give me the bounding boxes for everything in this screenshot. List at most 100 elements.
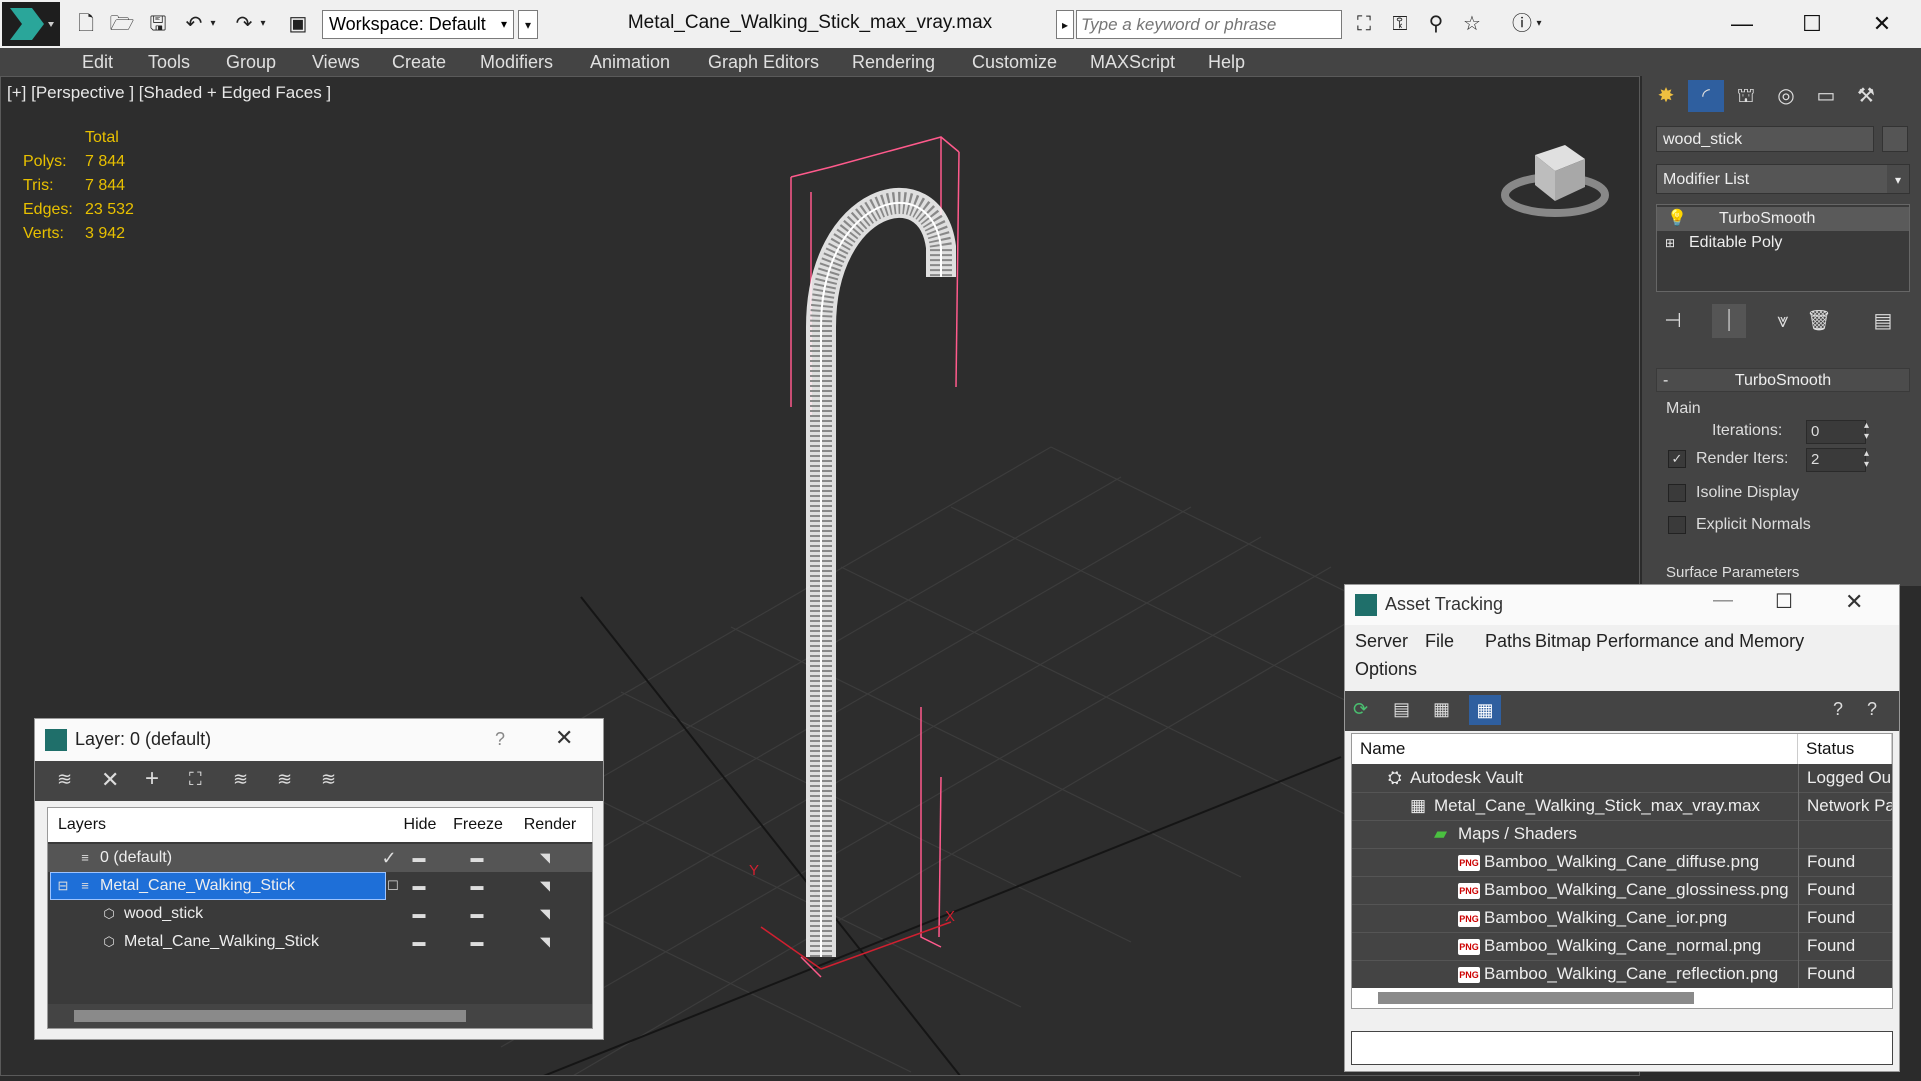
close-icon[interactable]: ✕ xyxy=(555,725,573,751)
freeze-toggle-icon[interactable]: ▬ xyxy=(466,848,488,868)
maximize-icon[interactable]: ☐ xyxy=(1775,589,1793,614)
menu-modifiers[interactable]: Modifiers xyxy=(480,48,553,76)
help-button[interactable]: ? xyxy=(495,729,505,750)
layer-row[interactable]: ≡ 0 (default) ✓ ▬ ▬ ◥ xyxy=(48,844,592,872)
render-toggle-icon[interactable]: ◥ xyxy=(534,932,556,952)
menu-options[interactable]: Options xyxy=(1355,659,1417,680)
maximize-icon[interactable]: ☐ xyxy=(1782,6,1842,42)
workspace-select[interactable]: Workspace: Default ▾ xyxy=(322,10,514,39)
layer-window-titlebar[interactable]: Layer: 0 (default) ? ✕ xyxy=(35,719,603,761)
iterations-spinner[interactable]: 0 xyxy=(1806,420,1866,444)
explicit-normals-checkbox[interactable] xyxy=(1668,516,1686,534)
select-objects-icon[interactable]: ⛶ xyxy=(189,769,202,790)
asset-row[interactable]: PNG Bamboo_Walking_Cane_glossiness.png Fo… xyxy=(1352,876,1892,905)
active-box-icon[interactable]: ☐ xyxy=(382,876,404,896)
workspace-menu-icon[interactable]: ▾ xyxy=(518,10,538,39)
horizontal-scrollbar[interactable] xyxy=(48,1004,592,1028)
search-expand-icon[interactable]: ▸ xyxy=(1056,10,1074,39)
freeze-layers-icon[interactable]: ≋ xyxy=(321,769,336,790)
menu-edit[interactable]: Edit xyxy=(82,48,113,76)
favorites-star-icon[interactable]: ☆ xyxy=(1458,10,1486,38)
new-layer-icon[interactable]: ≋ xyxy=(57,769,72,790)
help-dropdown-icon[interactable]: ▾ xyxy=(1532,10,1546,38)
horizontal-scrollbar[interactable] xyxy=(1352,988,1892,1008)
menu-file[interactable]: File xyxy=(1425,631,1454,652)
column-layers[interactable]: Layers xyxy=(48,808,393,842)
viewport-label[interactable]: [+] [Perspective ] [Shaded + Edged Faces… xyxy=(7,83,331,103)
menu-customize[interactable]: Customize xyxy=(972,48,1057,76)
menu-create[interactable]: Create xyxy=(392,48,446,76)
key-icon[interactable]: ⚿ xyxy=(1386,10,1414,38)
menu-views[interactable]: Views xyxy=(312,48,360,76)
app-logo-icon[interactable] xyxy=(2,2,60,46)
rollout-turbosmooth[interactable]: - TurboSmooth xyxy=(1656,368,1910,392)
help-settings-icon[interactable]: ? xyxy=(1867,699,1877,720)
highlight-layer-icon[interactable]: ≋ xyxy=(233,769,248,790)
minimize-icon[interactable]: — xyxy=(1713,589,1733,612)
configure-sets-icon[interactable]: ▤ xyxy=(1866,304,1900,338)
redo-dropdown-icon[interactable]: ▾ xyxy=(256,10,270,38)
modifier-list-dropdown[interactable]: Modifier List ▾ xyxy=(1656,164,1910,194)
asset-row[interactable]: ⛭ Autodesk Vault Logged Ou xyxy=(1352,764,1892,793)
make-unique-icon[interactable]: ⩔ xyxy=(1766,304,1800,338)
freeze-toggle-icon[interactable]: ▬ xyxy=(466,932,488,952)
render-toggle-icon[interactable]: ◥ xyxy=(534,876,556,896)
asset-row[interactable]: ▰ Maps / Shaders xyxy=(1352,820,1892,849)
asset-path-field[interactable] xyxy=(1351,1031,1893,1065)
layer-row[interactable]: ⬡ Metal_Cane_Walking_Stick ▬ ▬ ◥ xyxy=(48,928,592,956)
asset-window-titlebar[interactable]: Asset Tracking — ☐ ✕ xyxy=(1345,585,1899,625)
save-icon[interactable]: 🖫 xyxy=(144,10,172,38)
column-status[interactable]: Status xyxy=(1798,734,1892,764)
search-input[interactable] xyxy=(1076,10,1342,39)
stack-item-turbosmooth[interactable]: 💡 TurboSmooth xyxy=(1657,207,1909,231)
pin-stack-icon[interactable]: ⊣ xyxy=(1656,304,1690,338)
render-toggle-icon[interactable]: ◥ xyxy=(534,904,556,924)
asset-row[interactable]: PNG Bamboo_Walking_Cane_normal.png Found xyxy=(1352,932,1892,961)
layer-row[interactable]: ⬡ wood_stick ▬ ▬ ◥ xyxy=(48,900,592,928)
object-name-field[interactable]: wood_stick xyxy=(1656,126,1874,152)
delete-layer-icon[interactable]: ✕ xyxy=(101,767,119,793)
viewcube-icon[interactable] xyxy=(1499,125,1611,221)
freeze-toggle-icon[interactable]: ▬ xyxy=(466,876,488,896)
render-iters-spinner[interactable]: 2 xyxy=(1806,448,1866,472)
layer-row[interactable]: ⊟ ≡ Metal_Cane_Walking_Stick ☐ ▬ ▬ ◥ xyxy=(48,872,592,900)
spinner-arrows-icon[interactable]: ▴ ▾ xyxy=(1864,448,1869,470)
close-icon[interactable]: ✕ xyxy=(1845,589,1863,615)
binoculars-icon[interactable]: ⛶ xyxy=(1350,10,1378,38)
add-to-layer-icon[interactable]: + xyxy=(145,765,159,793)
freeze-toggle-icon[interactable]: ▬ xyxy=(466,904,488,924)
menu-tools[interactable]: Tools xyxy=(148,48,190,76)
create-tab-icon[interactable]: ✸ xyxy=(1648,80,1684,112)
modify-tab-icon[interactable]: ◜ xyxy=(1688,80,1724,112)
thumbnail-view-icon[interactable]: ▦ xyxy=(1433,699,1450,720)
scrollbar-thumb[interactable] xyxy=(74,1010,466,1022)
menu-rendering[interactable]: Rendering xyxy=(852,48,935,76)
lightbulb-icon[interactable]: 💡 xyxy=(1667,207,1687,231)
render-iters-checkbox[interactable]: ✓ xyxy=(1668,450,1686,468)
object-color-swatch[interactable] xyxy=(1882,126,1908,152)
column-render[interactable]: Render xyxy=(508,808,593,842)
menu-server[interactable]: Server xyxy=(1355,631,1408,652)
new-file-icon[interactable]: 🗋 xyxy=(72,10,100,38)
menu-animation[interactable]: Animation xyxy=(590,48,670,76)
stack-item-editable-poly[interactable]: ⊞ Editable Poly xyxy=(1657,231,1909,255)
undo-dropdown-icon[interactable]: ▾ xyxy=(206,10,220,38)
table-view-icon[interactable]: ▦ xyxy=(1469,695,1501,725)
open-file-icon[interactable]: 🗁 xyxy=(108,10,136,38)
column-freeze[interactable]: Freeze xyxy=(448,808,509,842)
asset-row[interactable]: ▦ Metal_Cane_Walking_Stick_max_vray.max … xyxy=(1352,792,1892,821)
expand-plus-icon[interactable]: ⊞ xyxy=(1665,231,1675,255)
menu-help[interactable]: Help xyxy=(1208,48,1245,76)
help-icon[interactable]: ? xyxy=(1833,699,1843,720)
collapse-minus-icon[interactable]: ⊟ xyxy=(52,876,74,896)
display-tab-icon[interactable]: ▭ xyxy=(1808,80,1844,112)
hide-toggle-icon[interactable]: ▬ xyxy=(408,904,430,924)
hide-layers-icon[interactable]: ≋ xyxy=(277,769,292,790)
isoline-display-checkbox[interactable] xyxy=(1668,484,1686,502)
minimize-icon[interactable]: — xyxy=(1712,6,1772,42)
motion-tab-icon[interactable]: ◎ xyxy=(1768,80,1804,112)
asset-row[interactable]: PNG Bamboo_Walking_Cane_reflection.png Fo… xyxy=(1352,960,1892,989)
project-folder-icon[interactable]: ▣ xyxy=(284,10,312,38)
asset-row[interactable]: PNG Bamboo_Walking_Cane_diffuse.png Found xyxy=(1352,848,1892,877)
hierarchy-tab-icon[interactable]: ⛫ xyxy=(1728,80,1764,112)
